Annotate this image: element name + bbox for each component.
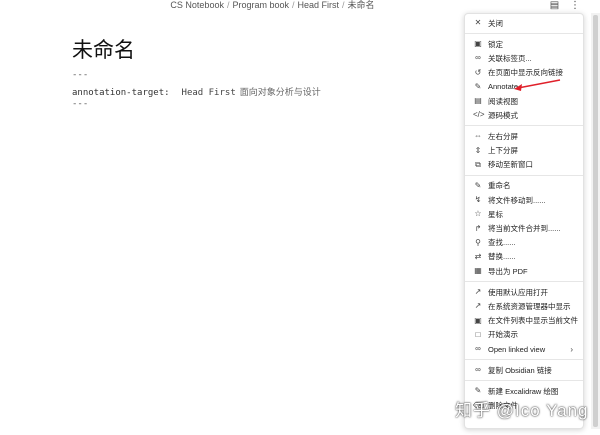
breadcrumb-separator: / bbox=[342, 0, 345, 10]
lock-icon: ▣ bbox=[474, 39, 482, 49]
menu-item-close[interactable]: ✕ 关闭 bbox=[465, 16, 583, 30]
folder-icon: ▣ bbox=[474, 315, 482, 325]
breadcrumb: CS Notebook / Program book / Head First / 未命名 bbox=[0, 0, 545, 12]
annotation-arrow-line bbox=[517, 79, 561, 89]
menu-item-split-right[interactable]: ⇔ 左右分屏 bbox=[465, 129, 583, 143]
menu-item-lock[interactable]: ▣ 锁定 bbox=[465, 37, 583, 51]
book-icon[interactable]: ▤ bbox=[550, 0, 559, 11]
scrollbar[interactable] bbox=[591, 13, 600, 429]
menu-item-split-down[interactable]: ⇕ 上下分屏 bbox=[465, 144, 583, 158]
frontmatter-value-cjk: 面向对象分析与设计 bbox=[239, 88, 321, 98]
page-title[interactable]: 未命名 bbox=[72, 34, 135, 64]
edit-icon: ✎ bbox=[474, 180, 482, 190]
link-icon: ∞ bbox=[475, 365, 481, 375]
menu-divider bbox=[465, 33, 583, 35]
breadcrumb-item[interactable]: 未命名 bbox=[348, 0, 375, 10]
drawing-icon: ✎ bbox=[474, 386, 482, 396]
chevron-right-icon: › bbox=[570, 344, 573, 354]
menu-item-star[interactable]: ☆ 星标 bbox=[465, 207, 583, 221]
search-icon: ⚲ bbox=[475, 237, 481, 247]
pdf-icon: ▦ bbox=[474, 266, 482, 276]
menu-item-copy-obsidian-link[interactable]: ∞ 复制 Obsidian 链接 bbox=[465, 363, 583, 377]
split-horizontal-icon: ⇔ bbox=[474, 131, 482, 141]
watermark: 知乎 @Ico Yang bbox=[455, 401, 589, 420]
close-icon: ✕ bbox=[474, 18, 482, 28]
frontmatter-open: --- bbox=[72, 70, 89, 80]
menu-item-merge[interactable]: ↱ 将当前文件合并到...... bbox=[465, 221, 583, 235]
menu-item-rename[interactable]: ✎ 重命名 bbox=[465, 179, 583, 193]
presentation-icon: □ bbox=[475, 329, 481, 339]
menu-item-presentation[interactable]: □ 开始演示 bbox=[465, 328, 583, 342]
split-vertical-icon: ⇕ bbox=[474, 145, 482, 155]
menu-item-move-file[interactable]: ↯ 将文件移动到...... bbox=[465, 193, 583, 207]
book-open-icon: ▤ bbox=[474, 96, 482, 106]
move-file-icon: ↯ bbox=[474, 195, 482, 205]
menu-divider bbox=[465, 125, 583, 127]
frontmatter-key: annotation-target: bbox=[72, 88, 170, 98]
frontmatter-close: --- bbox=[72, 99, 89, 109]
new-window-icon: ⧉ bbox=[475, 159, 481, 169]
pencil-icon: ✎ bbox=[474, 81, 482, 91]
menu-item-source-mode[interactable]: </> 源码模式 bbox=[465, 108, 583, 122]
breadcrumb-item[interactable]: CS Notebook bbox=[170, 0, 224, 10]
backlink-icon: ↺ bbox=[474, 67, 482, 77]
menu-item-open-linked-view[interactable]: ∞ Open linked view › bbox=[465, 342, 583, 356]
link-icon: ∞ bbox=[475, 344, 481, 354]
menu-item-reveal-file-list[interactable]: ▣ 在文件列表中显示当前文件 bbox=[465, 314, 583, 328]
menu-divider bbox=[465, 281, 583, 283]
breadcrumb-separator: / bbox=[226, 0, 230, 10]
menu-item-reading-view[interactable]: ▤ 阅读视图 bbox=[465, 94, 583, 108]
more-vertical-icon[interactable]: ⋮ bbox=[570, 0, 580, 11]
annotation-arrow bbox=[514, 79, 561, 91]
replace-icon: ⇄ bbox=[474, 251, 482, 261]
menu-item-open-default[interactable]: ↗ 使用默认应用打开 bbox=[465, 285, 583, 299]
merge-icon: ↱ bbox=[474, 223, 482, 233]
menu-item-replace[interactable]: ⇄ 替换...... bbox=[465, 250, 583, 264]
frontmatter-line[interactable]: annotation-target: Head First 面向对象分析与设计 bbox=[72, 85, 321, 98]
menu-item-reveal-explorer[interactable]: ↗ 在系统资源管理器中显示 bbox=[465, 299, 583, 313]
menu-divider bbox=[465, 359, 583, 361]
breadcrumb-separator: / bbox=[292, 0, 295, 10]
reveal-icon: ↗ bbox=[474, 301, 482, 311]
menu-item-export-pdf[interactable]: ▦ 导出为 PDF bbox=[465, 264, 583, 278]
menu-item-link-tab[interactable]: ∞ 关联标签页... bbox=[465, 51, 583, 65]
code-icon: </> bbox=[473, 110, 485, 120]
menu-divider bbox=[465, 174, 583, 176]
breadcrumb-item[interactable]: Head First bbox=[298, 0, 340, 10]
scrollbar-thumb[interactable] bbox=[593, 15, 598, 427]
external-icon: ↗ bbox=[474, 287, 482, 297]
annotation-arrow-head bbox=[514, 84, 522, 91]
menu-divider bbox=[465, 380, 583, 382]
frontmatter-value: Head First bbox=[181, 88, 236, 98]
link-icon: ∞ bbox=[475, 53, 481, 63]
context-menu: ✕ 关闭 ▣ 锁定 ∞ 关联标签页... ↺ 在页面中显示反向链接 ✎ Annotate … bbox=[464, 13, 584, 429]
star-icon: ☆ bbox=[474, 209, 482, 219]
breadcrumb-item[interactable]: Program book bbox=[232, 0, 289, 10]
view-actions: ▤ ⋮ bbox=[542, 0, 580, 11]
menu-item-find[interactable]: ⚲ 查找...... bbox=[465, 236, 583, 250]
menu-item-new-window[interactable]: ⧉ 移动至新窗口 bbox=[465, 158, 583, 172]
